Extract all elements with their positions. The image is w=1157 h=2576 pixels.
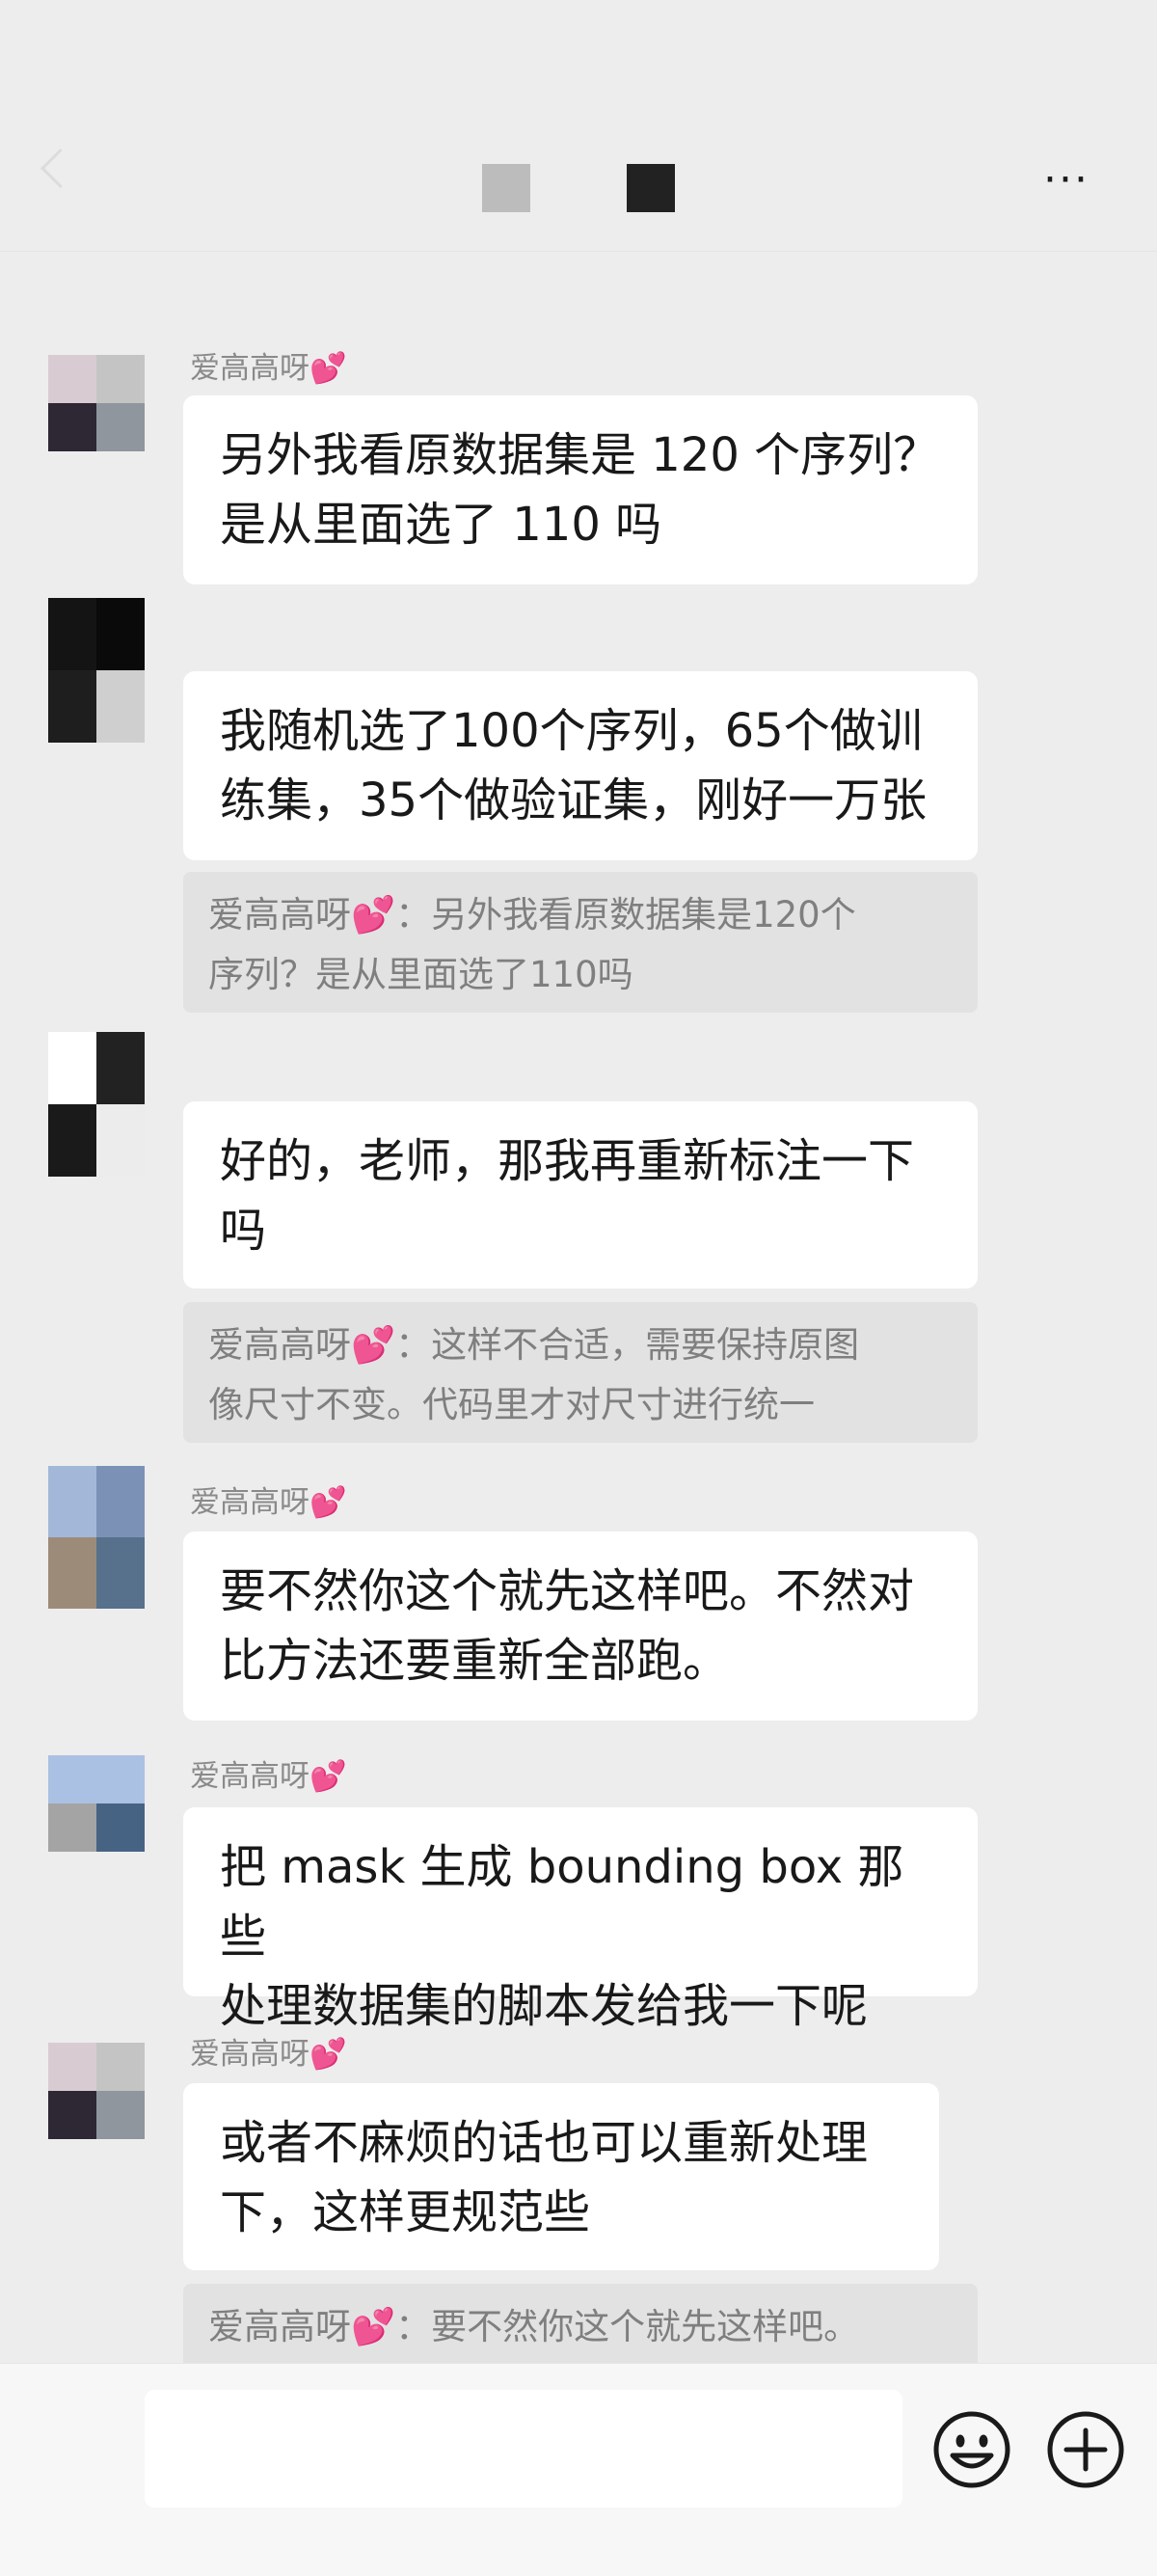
quote-line: 爱高高呀💕：另外我看原数据集是120个 [208, 894, 856, 935]
smiley-icon[interactable] [931, 2409, 1012, 2490]
quote-line: 爱高高呀💕：这样不合适，需要保持原图 [208, 1324, 860, 1366]
avatar-tile [48, 1466, 96, 1537]
quote-line: 爱高高呀💕：要不然你这个就先这样吧。 [208, 2306, 860, 2347]
avatar-tile [96, 1537, 145, 1609]
message-bubble[interactable]: 或者不麻烦的话也可以重新处理 下，这样更规范些 [183, 2083, 939, 2270]
message-bubble[interactable]: 我随机选了100个序列，65个做训 练集，35个做验证集，刚好一万张 [183, 671, 978, 860]
avatar[interactable] [48, 1032, 145, 1177]
header-divider [0, 251, 1157, 252]
sender-name-text: 爱高高呀 [190, 1485, 309, 1520]
quoted-reply[interactable]: 爱高高呀💕：要不然你这个就先这样吧。 [183, 2284, 978, 2363]
message-line: 好的，老师，那我再重新标注一下 [220, 1134, 915, 1188]
avatar-tile [48, 355, 96, 403]
avatar-tile [96, 598, 145, 670]
avatar-tile [48, 1104, 96, 1177]
heart-emoji: 💕 [309, 1485, 347, 1520]
message-line: 下，这样更规范些 [220, 2185, 591, 2239]
heart-emoji: 💕 [309, 351, 347, 386]
avatar[interactable] [48, 1755, 145, 1852]
avatar-tile [96, 2091, 145, 2139]
avatar-tile [48, 1755, 96, 1803]
message-line: 吗 [220, 1204, 267, 1258]
sender-name: 爱高高呀💕 [190, 1483, 347, 1522]
plus-circle-icon[interactable] [1045, 2409, 1126, 2490]
avatar-tile [96, 355, 145, 403]
avatar[interactable] [48, 2043, 145, 2139]
quote-line: 像尺寸不变。代码里才对尺寸进行统一 [208, 1384, 815, 1425]
avatar-tile [48, 2091, 96, 2139]
avatar-tile [96, 1032, 145, 1104]
sender-name-text: 爱高高呀 [190, 1759, 309, 1794]
avatar[interactable] [48, 355, 145, 451]
message-bubble[interactable]: 要不然你这个就先这样吧。不然对 比方法还要重新全部跑。 [183, 1532, 978, 1721]
avatar-tile [96, 1755, 145, 1803]
heart-emoji: 💕 [309, 2037, 347, 2072]
avatar-tile [48, 598, 96, 670]
avatar-tile [96, 1803, 145, 1852]
message-line: 是从里面选了 110 吗 [220, 498, 662, 552]
avatar-tile [96, 1104, 145, 1177]
avatar-tile [48, 1803, 96, 1852]
message-line: 比方法还要重新全部跑。 [220, 1634, 730, 1688]
message-line: 另外我看原数据集是 120 个序列？ [220, 428, 940, 482]
quoted-reply[interactable]: 爱高高呀💕：另外我看原数据集是120个 序列？是从里面选了110吗 [183, 872, 978, 1013]
message-bubble[interactable]: 把 mask 生成 bounding box 那些 处理数据集的脚本发给我一下呢 [183, 1807, 978, 2033]
back-icon[interactable] [40, 148, 81, 189]
avatar-tile [96, 403, 145, 451]
avatar-tile [48, 670, 96, 743]
title-redacted-block-2 [627, 164, 675, 212]
avatar-tile [48, 2043, 96, 2091]
avatar-tile [96, 670, 145, 743]
sender-name-text: 爱高高呀 [190, 351, 309, 386]
message-line: 要不然你这个就先这样吧。不然对 [220, 1564, 915, 1618]
avatar-tile [48, 1537, 96, 1609]
avatar-tile [48, 403, 96, 451]
message-input[interactable] [145, 2390, 902, 2508]
heart-emoji: 💕 [309, 1759, 347, 1794]
message-bubble[interactable]: 好的，老师，那我再重新标注一下 吗 [183, 1101, 978, 1288]
message-line: 练集，35个做验证集，刚好一万张 [220, 773, 928, 827]
top-bar: ··· [0, 0, 1157, 251]
sender-name: 爱高高呀💕 [190, 1757, 347, 1796]
avatar[interactable] [48, 1466, 145, 1609]
quoted-reply[interactable]: 爱高高呀💕：这样不合适，需要保持原图 像尺寸不变。代码里才对尺寸进行统一 [183, 1302, 978, 1443]
message-bubble[interactable]: 另外我看原数据集是 120 个序列？ 是从里面选了 110 吗 [183, 395, 978, 584]
sender-name-text: 爱高高呀 [190, 2037, 309, 2072]
more-options-icon[interactable]: ··· [1043, 159, 1090, 202]
avatar[interactable] [48, 598, 145, 743]
message-line: 处理数据集的脚本发给我一下呢 [220, 1979, 869, 2033]
message-line: 把 mask 生成 bounding box 那些 [220, 1840, 904, 1964]
quote-line: 序列？是从里面选了110吗 [208, 954, 633, 995]
message-line: 或者不麻烦的话也可以重新处理 [220, 2116, 869, 2170]
sender-name: 爱高高呀💕 [190, 349, 347, 388]
title-redacted-block-1 [482, 164, 530, 212]
message-line: 我随机选了100个序列，65个做训 [220, 704, 923, 758]
avatar-tile [48, 1032, 96, 1104]
sender-name: 爱高高呀💕 [190, 2035, 347, 2074]
avatar-tile [96, 2043, 145, 2091]
avatar-tile [96, 1466, 145, 1537]
